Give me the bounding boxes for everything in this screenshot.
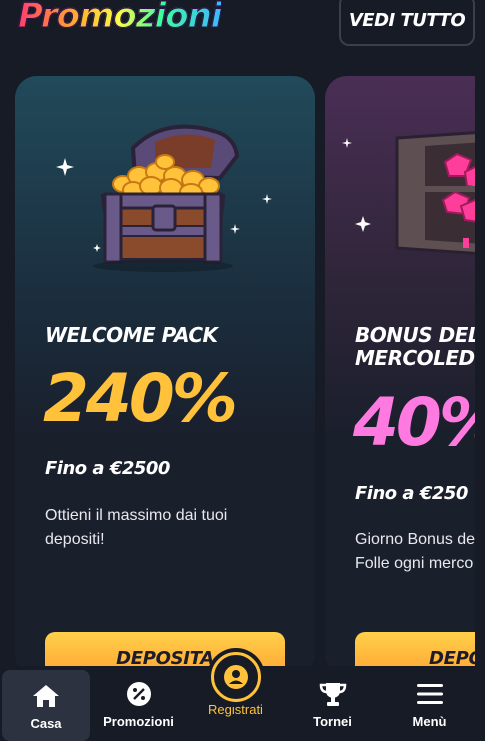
nav-item-tournaments[interactable]: Tornei: [284, 666, 381, 741]
user-icon: [210, 652, 261, 702]
promo-title: BONUS DEL MERCOLEDÌ: [355, 323, 475, 370]
home-icon: [32, 682, 60, 710]
promo-max-amount: Fino a €250: [355, 483, 468, 504]
promotions-carousel[interactable]: WELCOME PACK 240% Fino a €2500 Ottieni i…: [0, 76, 475, 676]
promo-card-wednesday-bonus[interactable]: BONUS DEL MERCOLEDÌ 40% Fino a €250 Gior…: [325, 76, 475, 676]
nav-item-register[interactable]: Registrati: [187, 652, 284, 741]
promo-title: WELCOME PACK: [45, 323, 218, 347]
nav-item-promotions[interactable]: Promozioni: [90, 666, 187, 741]
gem-vault-icon: [342, 131, 475, 255]
promo-max-amount: Fino a €2500: [45, 458, 170, 479]
bottom-nav: Casa Promozioni Registrati Tornei Menù: [0, 652, 485, 741]
promo-description: Ottieni il massimo dai tuoi depositi!: [45, 507, 228, 548]
nav-label: Promozioni: [103, 714, 174, 729]
page-title: Promozioni: [17, 0, 222, 37]
see-all-button[interactable]: VEDI TUTTO: [339, 0, 475, 46]
promo-description: Giorno Bonus de Folle ogni merco: [355, 531, 475, 572]
nav-label: Tornei: [313, 714, 352, 729]
promo-percent: 40%: [353, 384, 475, 461]
nav-item-home[interactable]: Casa: [2, 670, 90, 741]
percent-badge-icon: [125, 680, 153, 708]
promo-card-welcome-pack[interactable]: WELCOME PACK 240% Fino a €2500 Ottieni i…: [15, 76, 315, 676]
hamburger-icon: [416, 680, 444, 708]
nav-label: Registrati: [208, 702, 263, 717]
treasure-chest-icon: [56, 124, 272, 272]
trophy-icon: [319, 680, 347, 708]
header: Promozioni VEDI TUTTO: [0, 0, 485, 60]
sparkle-icon: [342, 138, 371, 232]
nav-label: Casa: [30, 716, 62, 731]
nav-item-menu[interactable]: Menù: [381, 666, 478, 741]
promo-percent: 240%: [43, 360, 238, 437]
nav-label: Menù: [412, 714, 447, 729]
